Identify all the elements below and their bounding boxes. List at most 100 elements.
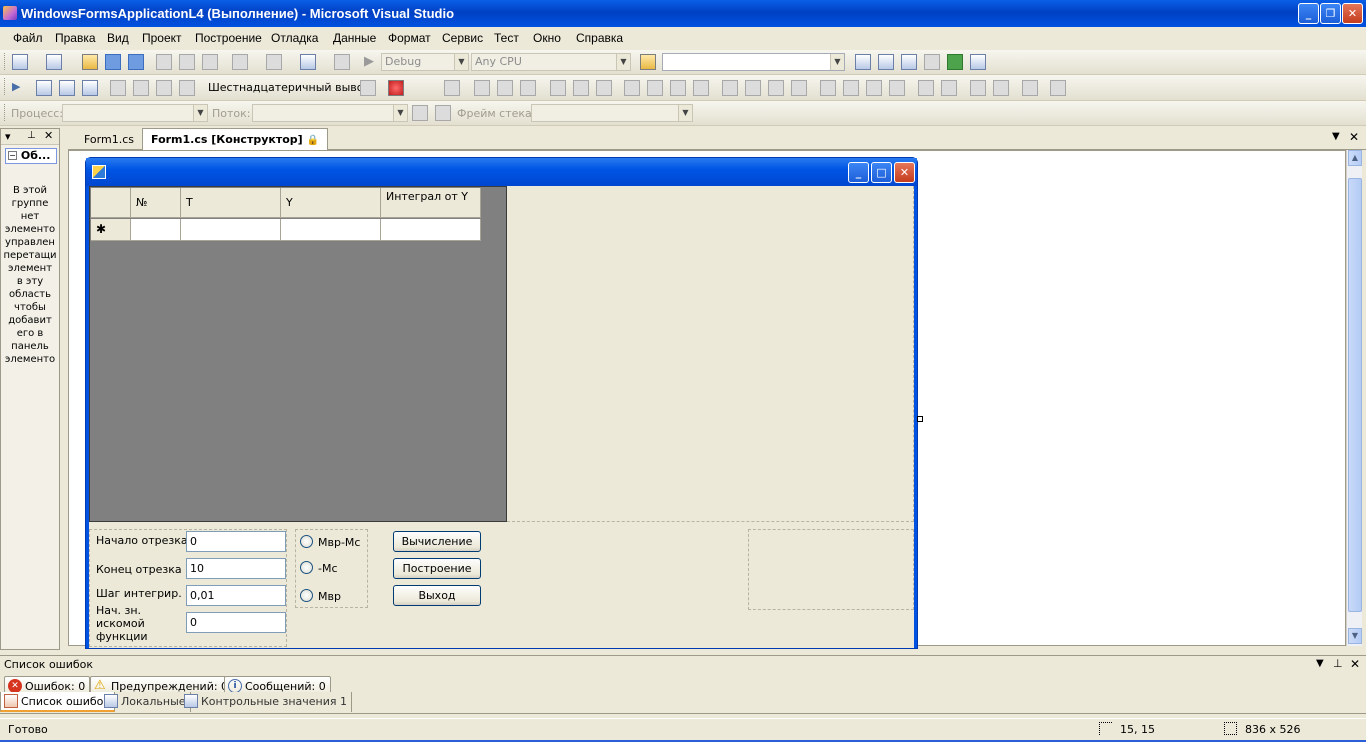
- step-out-icon[interactable]: [156, 80, 172, 96]
- chart-area[interactable]: [507, 186, 914, 522]
- send-to-back-icon[interactable]: [993, 80, 1009, 96]
- scroll-up-icon[interactable]: ▲: [1348, 150, 1362, 166]
- menu-data[interactable]: Данные: [333, 31, 376, 45]
- remove-horizontal-spacing-icon[interactable]: [791, 80, 807, 96]
- dropdown-icon[interactable]: ▾: [5, 130, 11, 143]
- center-vertically-icon[interactable]: [941, 80, 957, 96]
- initial-value-input[interactable]: 0: [186, 612, 286, 633]
- align-lefts-icon[interactable]: [474, 80, 490, 96]
- menu-help[interactable]: Справка: [576, 31, 623, 45]
- threads-icon[interactable]: [360, 80, 376, 96]
- restart-icon[interactable]: [82, 80, 98, 96]
- object-browser-icon[interactable]: [901, 54, 917, 70]
- menu-window[interactable]: Окно: [533, 31, 561, 45]
- radio-mvr-mc[interactable]: [300, 535, 313, 548]
- navigate-backward-icon[interactable]: [300, 54, 316, 70]
- hexadecimal-display-toggle[interactable]: Шестнадцатеричный вывод: [208, 81, 371, 94]
- remove-vertical-spacing-icon[interactable]: [889, 80, 905, 96]
- menu-file[interactable]: Файл: [13, 31, 43, 45]
- column-header-y[interactable]: Y: [281, 188, 381, 218]
- active-files-dropdown-icon[interactable]: ▼: [1332, 131, 1340, 142]
- new-project-icon[interactable]: [12, 54, 28, 70]
- thread-select[interactable]: ▼: [252, 104, 408, 122]
- start-debugging-icon[interactable]: ▶: [364, 54, 380, 70]
- filter-icon[interactable]: [435, 105, 451, 121]
- grid-cell[interactable]: [131, 219, 181, 241]
- radio-minus-mc[interactable]: [300, 561, 313, 574]
- menu-debug[interactable]: Отладка: [271, 31, 318, 45]
- find-in-files-icon[interactable]: [640, 54, 656, 70]
- decrease-vertical-spacing-icon[interactable]: [866, 80, 882, 96]
- other-windows-icon[interactable]: [970, 54, 986, 70]
- form-close-button[interactable]: ✕: [894, 162, 915, 183]
- decrease-horizontal-spacing-icon[interactable]: [768, 80, 784, 96]
- process-select[interactable]: ▼: [62, 104, 208, 122]
- toggle-flag-icon[interactable]: [412, 105, 428, 121]
- menu-format[interactable]: Формат: [388, 31, 431, 45]
- toolbox-icon[interactable]: [924, 54, 940, 70]
- solution-platform-select[interactable]: Any CPU ▼: [471, 53, 631, 71]
- minimize-button[interactable]: _: [1298, 3, 1319, 24]
- grid-cell[interactable]: [381, 219, 481, 241]
- column-header-integral[interactable]: Интеграл от Y: [381, 188, 481, 218]
- restore-button[interactable]: ❐: [1320, 3, 1341, 24]
- exit-button[interactable]: Выход: [393, 585, 481, 606]
- designed-form-window[interactable]: _ □ ✕ № T Y Интеграл от Y ✱ Начало отрез…: [85, 157, 918, 649]
- column-header-number[interactable]: №: [131, 188, 181, 218]
- align-rights-icon[interactable]: [520, 80, 536, 96]
- tab-watch-1[interactable]: Контрольные значения 1: [181, 692, 353, 712]
- menu-tools[interactable]: Сервис: [442, 31, 483, 45]
- make-same-size-icon[interactable]: [693, 80, 709, 96]
- continue-icon[interactable]: ▶: [12, 80, 28, 96]
- close-panel-icon[interactable]: ✕: [1350, 657, 1360, 671]
- column-header-t[interactable]: T: [181, 188, 281, 218]
- form-minimize-button[interactable]: _: [848, 162, 869, 183]
- data-grid[interactable]: № T Y Интеграл от Y ✱: [89, 186, 507, 522]
- pin-icon[interactable]: ⊥: [1333, 657, 1343, 670]
- close-panel-icon[interactable]: ✕: [44, 129, 53, 142]
- grid-cell[interactable]: [181, 219, 281, 241]
- scrollbar-thumb[interactable]: [1348, 178, 1362, 612]
- save-icon[interactable]: [105, 54, 121, 70]
- radio-mvr[interactable]: [300, 589, 313, 602]
- end-input[interactable]: 10: [186, 558, 286, 579]
- align-tops-icon[interactable]: [550, 80, 566, 96]
- build-button[interactable]: Построение: [393, 558, 481, 579]
- scroll-down-icon[interactable]: ▼: [1348, 628, 1362, 644]
- find-combo[interactable]: ▼: [662, 53, 845, 71]
- stack-frame-select[interactable]: ▼: [531, 104, 693, 122]
- align-middles-icon[interactable]: [573, 80, 589, 96]
- step-input[interactable]: 0,01: [186, 585, 286, 606]
- bring-to-front-icon[interactable]: [970, 80, 986, 96]
- menu-test[interactable]: Тест: [494, 31, 519, 45]
- cut-icon[interactable]: [156, 54, 172, 70]
- tab-form1-designer[interactable]: Form1.cs [Конструктор] 🔒: [142, 128, 328, 150]
- properties-window-icon[interactable]: [878, 54, 894, 70]
- horizontal-spacing-icon[interactable]: [722, 80, 738, 96]
- increase-horizontal-spacing-icon[interactable]: [745, 80, 761, 96]
- center-horizontally-icon[interactable]: [918, 80, 934, 96]
- add-item-icon[interactable]: [46, 54, 62, 70]
- grid-cell[interactable]: [281, 219, 381, 241]
- solution-configuration-select[interactable]: Debug ▼: [381, 53, 469, 71]
- start-input[interactable]: 0: [186, 531, 286, 552]
- form-maximize-button[interactable]: □: [871, 162, 892, 183]
- toolbar-options-icon[interactable]: [1050, 80, 1066, 96]
- step-over-icon[interactable]: [133, 80, 149, 96]
- copy-icon[interactable]: [179, 54, 195, 70]
- tab-error-list[interactable]: Список ошибок: [0, 692, 116, 712]
- increase-vertical-spacing-icon[interactable]: [843, 80, 859, 96]
- breakpoints-icon[interactable]: [388, 80, 404, 96]
- compute-button[interactable]: Вычисление: [393, 531, 481, 552]
- redo-icon[interactable]: [266, 54, 282, 70]
- tab-order-icon[interactable]: [1022, 80, 1038, 96]
- pin-icon[interactable]: ⊥: [27, 130, 36, 141]
- make-same-height-icon[interactable]: [670, 80, 686, 96]
- toolbar-grip[interactable]: [4, 78, 7, 95]
- resize-handle[interactable]: [917, 416, 923, 422]
- vertical-spacing-icon[interactable]: [820, 80, 836, 96]
- navigate-forward-icon[interactable]: [334, 54, 350, 70]
- menu-view[interactable]: Вид: [107, 31, 129, 45]
- align-bottoms-icon[interactable]: [596, 80, 612, 96]
- toolbar-grip[interactable]: [4, 104, 7, 121]
